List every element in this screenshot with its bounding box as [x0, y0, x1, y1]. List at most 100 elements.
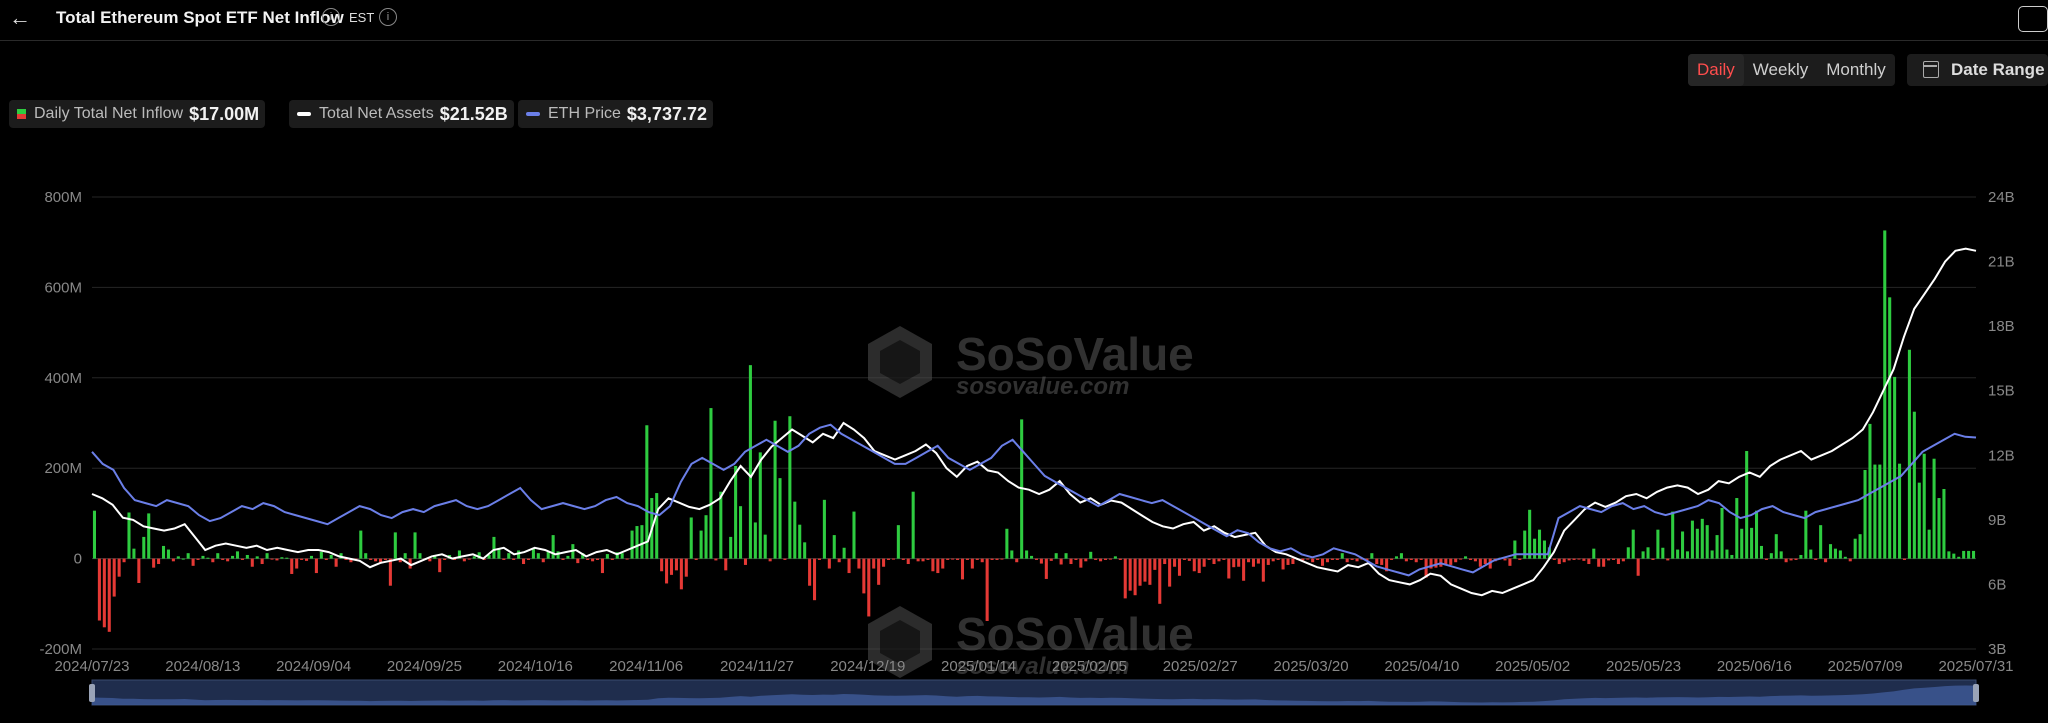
inflow-bar	[1824, 558, 1828, 563]
inflow-bar	[1809, 549, 1813, 559]
inflow-bar	[1454, 558, 1458, 563]
inflow-bar	[383, 558, 387, 560]
inflow-bar	[240, 558, 244, 560]
inflow-bar	[393, 532, 397, 559]
inflow-bar	[211, 558, 215, 563]
inflow-bar	[1355, 558, 1359, 562]
inflow-bar	[901, 558, 905, 560]
inflow-bar	[1503, 558, 1507, 561]
inflow-bar	[655, 493, 659, 559]
y-right-tick-label: 24B	[1988, 189, 2015, 206]
grid-lines	[92, 196, 1976, 650]
inflow-bar	[827, 558, 831, 569]
inflow-bar	[522, 558, 526, 565]
inflow-bar	[1034, 558, 1038, 560]
range-navigator[interactable]	[89, 679, 1979, 706]
inflow-bar	[1819, 525, 1823, 559]
inflow-bar	[600, 558, 604, 574]
inflow-bar	[1700, 518, 1704, 559]
y-right-tick-label: 9B	[1988, 512, 2006, 529]
inflow-bar	[1735, 498, 1739, 559]
inflow-bar	[314, 558, 318, 574]
inflow-bar	[911, 491, 915, 559]
x-tick-label: 2024/11/27	[720, 658, 794, 675]
inflow-bar	[122, 558, 126, 563]
inflow-bar	[438, 558, 442, 573]
inflow-bar	[867, 558, 871, 617]
navigator-right-handle	[1973, 684, 1979, 702]
inflow-bar	[1917, 482, 1921, 559]
inflow-bar	[265, 553, 269, 559]
inflow-bar	[1168, 558, 1172, 587]
inflow-bar	[1720, 507, 1724, 559]
inflow-bar	[679, 558, 683, 590]
inflow-bar	[1380, 558, 1384, 565]
inflow-bar	[1779, 551, 1783, 559]
inflow-bar	[1582, 558, 1586, 561]
inflow-bar	[1927, 529, 1931, 559]
inflow-bar	[142, 536, 146, 559]
inflow-bar	[1695, 528, 1699, 559]
inflow-bar	[1636, 558, 1640, 576]
inflow-bar	[1710, 550, 1714, 559]
inflow-bar	[1562, 558, 1566, 563]
inflow-bar	[275, 558, 279, 561]
inflow-bar	[1602, 558, 1606, 567]
inflow-bar	[1922, 453, 1926, 559]
inflow-bar	[1123, 558, 1127, 599]
inflow-bar	[822, 499, 826, 559]
y-left-tick-label: 800M	[44, 189, 82, 206]
inflow-bar	[1291, 558, 1295, 565]
inflow-bar	[1838, 550, 1842, 559]
inflow-bar	[1232, 558, 1236, 568]
inflow-bar	[1025, 550, 1029, 559]
etf-inflow-chart[interactable]: SoSoValue sosovalue.com SoSoValue sosova…	[0, 0, 2048, 723]
inflow-bar	[1256, 558, 1260, 564]
inflow-bar	[1769, 553, 1773, 559]
inflow-bar	[319, 551, 323, 559]
inflow-bar	[295, 558, 299, 569]
inflow-bar	[250, 558, 254, 567]
inflow-bar	[1059, 558, 1063, 565]
inflow-bar	[1197, 558, 1201, 574]
inflow-bar	[714, 558, 718, 561]
inflow-bar	[201, 555, 205, 559]
inflow-bar	[1414, 558, 1418, 563]
inflow-bar	[1409, 558, 1413, 560]
inflow-bar	[1774, 534, 1778, 559]
inflow-bar	[891, 558, 895, 560]
inflow-bar	[576, 558, 580, 564]
inflow-bar	[285, 557, 289, 559]
inflow-bar	[1873, 464, 1877, 559]
inflow-bar	[674, 558, 678, 571]
inflow-bar	[1227, 558, 1231, 579]
inflow-bar	[975, 558, 979, 560]
inflow-bar	[980, 558, 984, 563]
inflow-bar	[1764, 558, 1768, 560]
inflow-bar	[1962, 550, 1966, 559]
inflow-bar	[1611, 558, 1616, 560]
inflow-bar	[462, 558, 466, 562]
inflow-bar	[418, 553, 422, 559]
inflow-bar	[1508, 558, 1512, 566]
inflow-bar	[1394, 556, 1399, 559]
inflow-bar	[605, 554, 609, 559]
inflow-bar	[704, 515, 708, 559]
inflow-bar	[152, 558, 156, 568]
inflow-bar	[1242, 558, 1246, 581]
inflow-bar	[896, 525, 900, 559]
y-axis-left: -200M 0 200M 400M 600M 800M	[39, 189, 82, 658]
inflow-bar	[117, 558, 121, 577]
inflow-bar	[734, 465, 738, 559]
inflow-bar	[1419, 558, 1423, 560]
y-left-tick-label: 400M	[44, 370, 82, 387]
y-left-tick-label: -200M	[39, 641, 82, 658]
inflow-bar	[837, 558, 841, 563]
inflow-bar	[995, 558, 999, 560]
inflow-bar	[1513, 540, 1517, 559]
inflow-bar	[369, 558, 373, 560]
inflow-bar	[1661, 547, 1665, 559]
inflow-bar	[497, 548, 501, 559]
inflow-bar	[1089, 551, 1093, 559]
inflow-bar	[507, 553, 511, 559]
